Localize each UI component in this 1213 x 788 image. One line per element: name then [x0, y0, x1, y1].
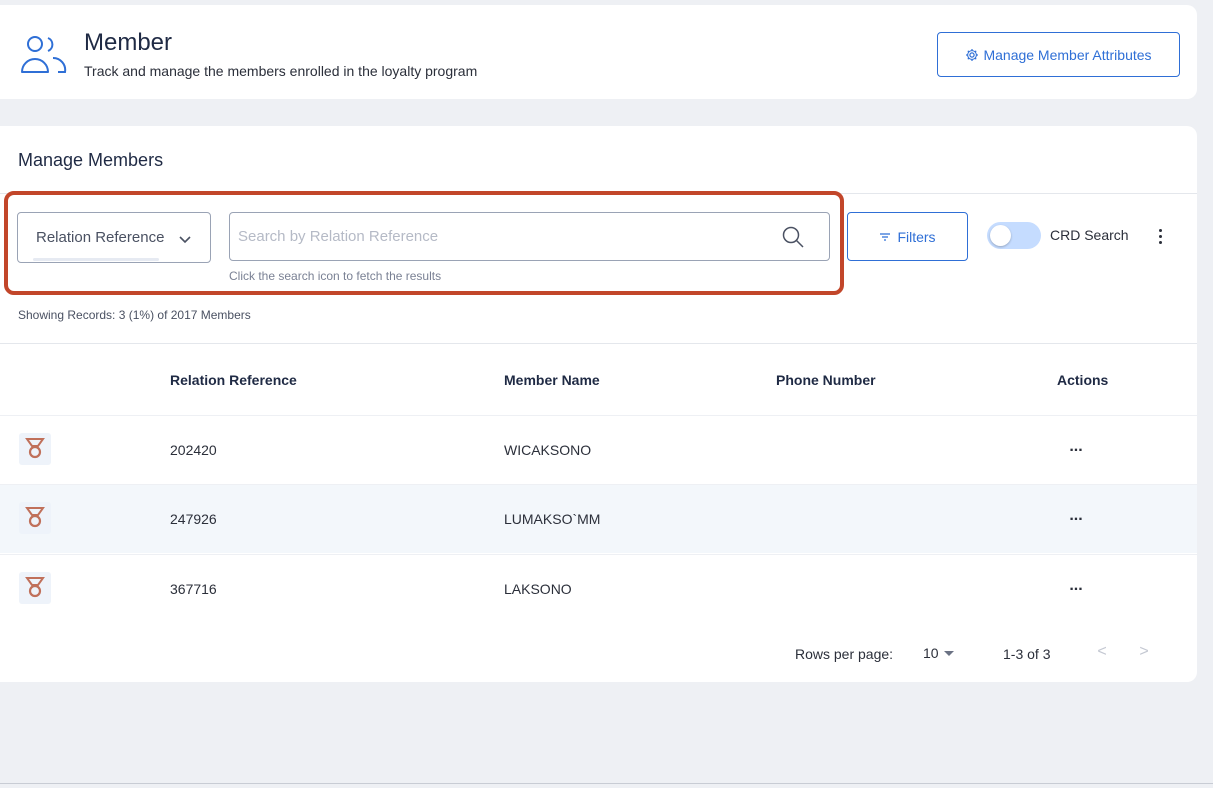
bronze-medal-icon [19, 502, 51, 534]
more-options-icon[interactable] [1150, 224, 1170, 248]
manage-members-panel: Manage Members Relation Reference Click … [0, 126, 1197, 682]
bronze-medal-icon [19, 572, 51, 604]
filters-button[interactable]: Filters [847, 212, 968, 261]
row-actions-button[interactable]: ... [1066, 508, 1086, 529]
rows-per-page-value: 10 [923, 645, 939, 661]
page-header: Member Track and manage the members enro… [0, 5, 1197, 99]
divider [0, 343, 1197, 344]
bronze-medal-icon [19, 433, 51, 465]
gear-icon [966, 48, 979, 61]
column-header-phone-number: Phone Number [776, 372, 876, 388]
divider [0, 783, 1213, 784]
caret-down-icon [943, 650, 954, 656]
next-page-button[interactable]: > [1132, 641, 1156, 665]
toggle-knob [990, 225, 1011, 246]
filter-icon [880, 232, 891, 241]
row-actions-button[interactable]: ... [1066, 439, 1086, 460]
member-name-cell: LUMAKSO`MM [504, 511, 601, 527]
relation-reference-cell: 247926 [170, 511, 217, 527]
table-row[interactable]: 247926 LUMAKSO`MM ... [0, 484, 1197, 553]
column-header-relation-reference: Relation Reference [170, 372, 297, 388]
search-highlight-box [4, 191, 844, 295]
pagination-range: 1-3 of 3 [1003, 646, 1051, 662]
column-header-member-name: Member Name [504, 372, 600, 388]
table-row[interactable]: 202420 WICAKSONO ... [0, 415, 1197, 484]
manage-member-attributes-button[interactable]: Manage Member Attributes [937, 32, 1180, 77]
member-name-cell: LAKSONO [504, 581, 572, 597]
rows-per-page-select[interactable]: 10 [923, 642, 965, 664]
row-actions-button[interactable]: ... [1066, 578, 1086, 599]
relation-reference-cell: 367716 [170, 581, 217, 597]
member-name-cell: WICAKSONO [504, 442, 592, 458]
crd-search-toggle[interactable] [987, 222, 1041, 249]
manage-member-attributes-label: Manage Member Attributes [983, 46, 1152, 63]
column-header-actions: Actions [1057, 372, 1109, 388]
crd-search-label: CRD Search [1050, 227, 1129, 243]
table-row[interactable]: 367716 LAKSONO ... [0, 554, 1197, 623]
filters-label: Filters [897, 228, 936, 245]
section-title: Manage Members [18, 150, 164, 170]
relation-reference-cell: 202420 [170, 442, 217, 458]
rows-per-page-label: Rows per page: [795, 646, 894, 662]
page-subtitle: Track and manage the members enrolled in… [84, 63, 478, 79]
page-title: Member [84, 29, 173, 56]
records-count: Showing Records: 3 (1%) of 2017 Members [18, 308, 251, 322]
previous-page-button[interactable]: < [1090, 641, 1114, 665]
members-icon [21, 36, 67, 73]
